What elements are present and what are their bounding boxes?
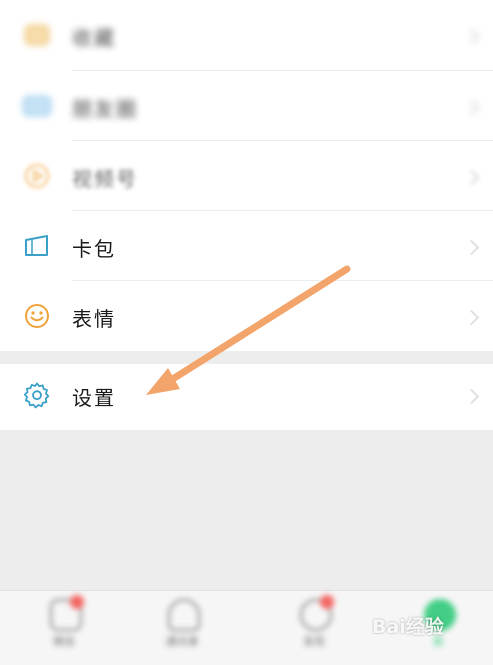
settings-label: 设置 (72, 386, 116, 410)
tab-label: 通讯录 (165, 635, 199, 648)
menu-item-stickers[interactable]: 表情 (0, 281, 493, 351)
watermark: Bai经验 (372, 616, 444, 638)
tab-discover[interactable]: 发现 (284, 595, 344, 657)
menu-item-settings[interactable]: 设置 (0, 362, 493, 432)
chevron-right-icon (463, 169, 480, 186)
card-wallet-icon (22, 231, 52, 261)
menu-item-label: 朋友圈 (72, 97, 138, 121)
me-page: 收藏 朋友圈 视频号 卡包 表情 设置 微信 通讯录 发现 我 Bai经验 (0, 0, 493, 665)
gear-icon (22, 380, 52, 410)
tab-label: 微信 (53, 635, 75, 648)
menu-item-favorites[interactable]: 收藏 (0, 0, 493, 70)
menu-item-channels[interactable]: 视频号 (0, 141, 493, 211)
menu-item-label: 收藏 (72, 26, 116, 50)
channels-icon (22, 161, 52, 191)
tab-label: 发现 (303, 635, 325, 648)
chevron-right-icon (463, 309, 480, 326)
chevron-right-icon (463, 239, 480, 256)
unread-badge (320, 595, 334, 609)
menu-group-settings: 设置 (0, 364, 493, 430)
menu-item-label: 表情 (72, 307, 116, 331)
contacts-icon (168, 599, 200, 631)
moments-icon (22, 91, 52, 121)
menu-item-card-wallet[interactable]: 卡包 (0, 211, 493, 281)
menu-item-label: 视频号 (72, 167, 138, 191)
chevron-right-icon (463, 388, 480, 405)
unread-badge (70, 595, 84, 609)
chevron-right-icon (463, 99, 480, 116)
chevron-right-icon (463, 28, 480, 45)
menu-item-label: 卡包 (72, 237, 116, 261)
tab-contacts[interactable]: 通讯录 (152, 599, 212, 657)
favorites-icon (22, 20, 52, 50)
tab-chats[interactable]: 微信 (34, 595, 94, 657)
menu-group-main: 收藏 朋友圈 视频号 卡包 表情 (0, 0, 493, 351)
menu-item-moments[interactable]: 朋友圈 (0, 71, 493, 141)
stickers-icon (22, 301, 52, 331)
